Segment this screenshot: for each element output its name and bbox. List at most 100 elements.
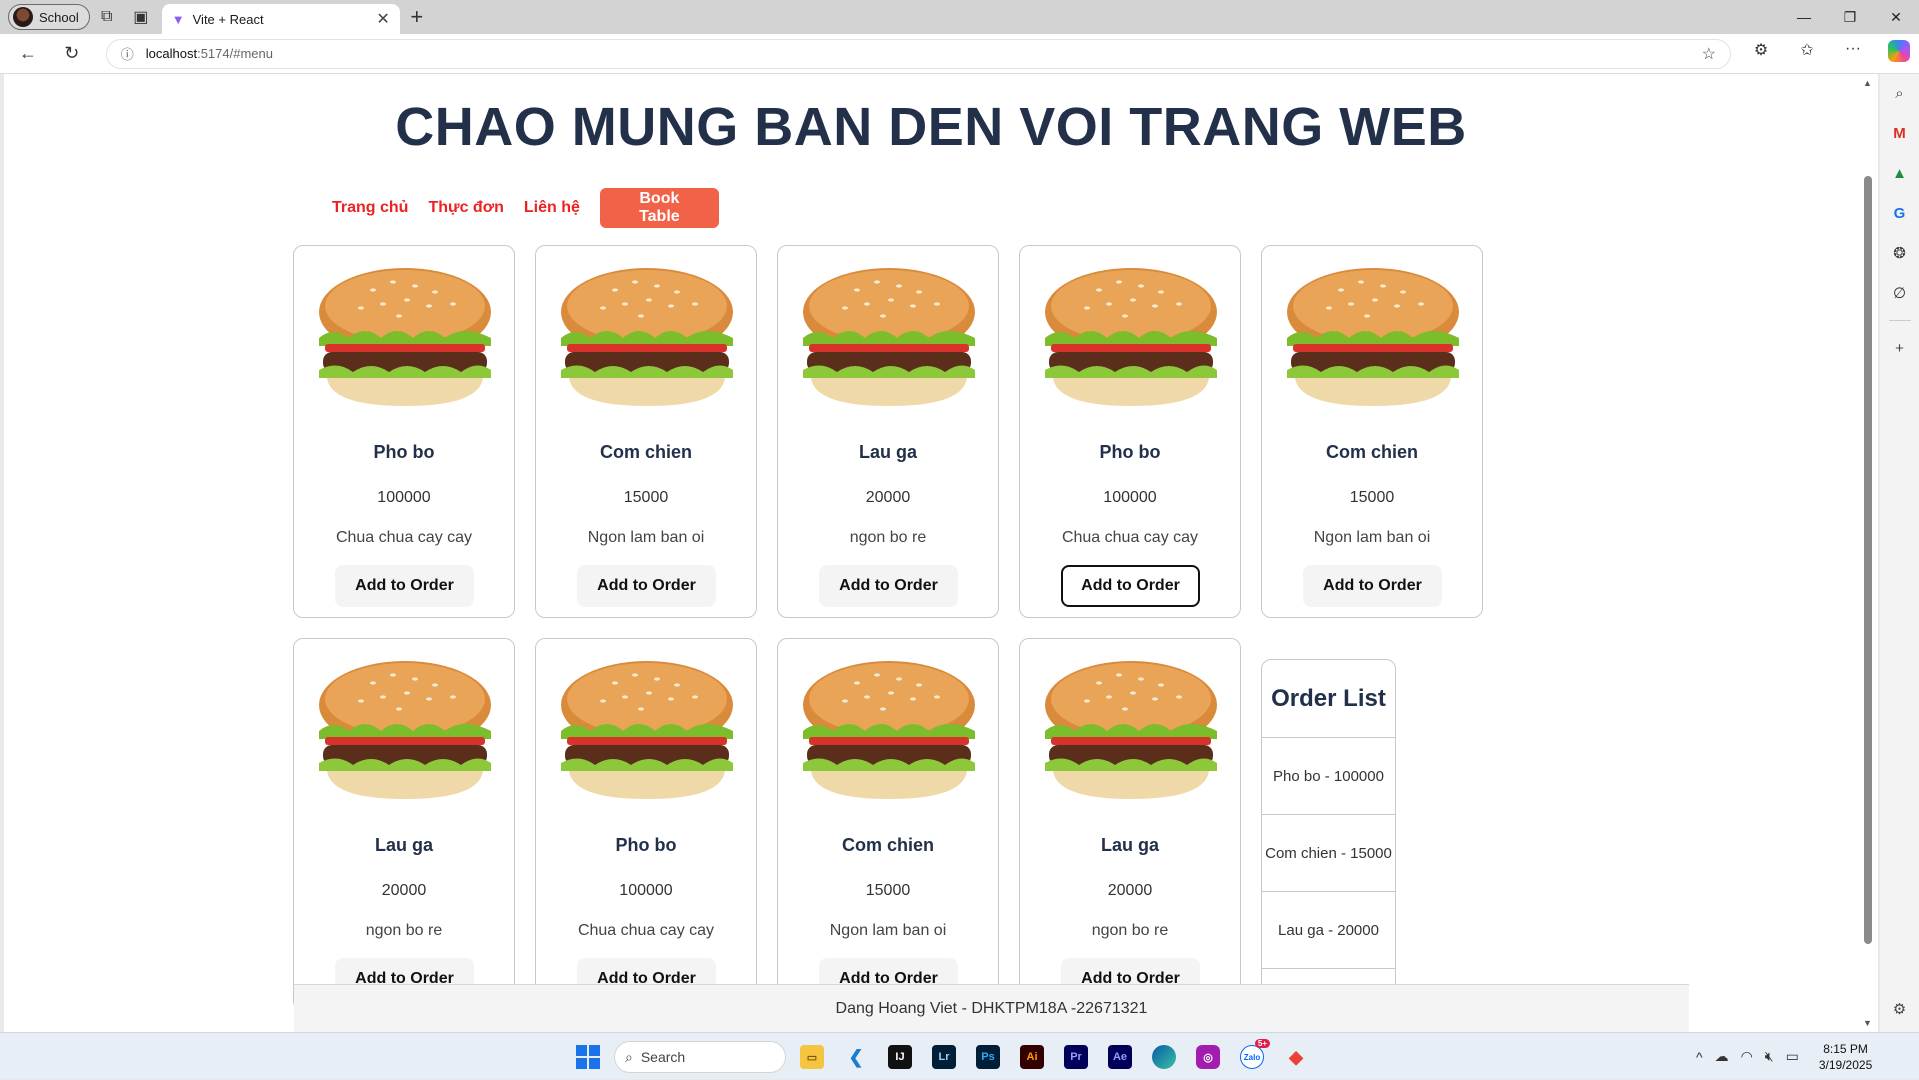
messenger-icon[interactable]: ◎ (1190, 1039, 1226, 1075)
order-list-title: Order List (1262, 660, 1395, 738)
item-name: Pho bo (615, 835, 677, 855)
taskbar-clock[interactable]: 8:15 PM 3/19/2025 (1819, 1041, 1872, 1073)
item-name: Com chien (599, 442, 692, 462)
close-tab-icon[interactable]: ✕ (376, 9, 389, 29)
nav-link-menu[interactable]: Thực đơn (428, 199, 503, 217)
order-list-item: Lau ga - 20000 (1262, 892, 1395, 969)
item-price: 15000 (1349, 489, 1395, 506)
menu-item-card: Pho bo 100000 Chua chua cay cay Add to O… (535, 638, 757, 1011)
windows-taskbar: ⌕ Search ▭ ❮ IJ Lr Ps Ai Pr Ae ◎ Zalo 5+… (0, 1032, 1919, 1079)
burger-image (1045, 268, 1217, 406)
sidebar-settings-icon[interactable]: ⚙ (1887, 996, 1913, 1022)
zalo-icon[interactable]: Zalo 5+ (1234, 1039, 1270, 1075)
menu-item-card: Pho bo 100000 Chua chua cay cay Add to O… (293, 245, 515, 618)
scrollbar-thumb[interactable] (1864, 176, 1872, 944)
menu-item-card: Lau ga 20000 ngon bo re Add to Order (293, 638, 515, 1011)
workspaces-icon[interactable]: ⧉ (90, 0, 124, 34)
illustrator-icon[interactable]: Ai (1014, 1039, 1050, 1075)
profile-button[interactable]: School (8, 4, 90, 30)
menu-item-card: Lau ga 20000 ngon bo re Add to Order (1019, 638, 1241, 1011)
minimize-icon[interactable]: — (1781, 9, 1827, 26)
after-effects-icon[interactable]: Ae (1102, 1039, 1138, 1075)
tab-actions-icon[interactable]: ▣ (124, 0, 158, 34)
browser-tab-active[interactable]: ▼ Vite + React ✕ (161, 4, 400, 34)
nav-link-home[interactable]: Trang chủ (332, 199, 408, 217)
profile-label: School (39, 9, 79, 25)
page-scrollbar[interactable]: ▲ ▼ (1858, 74, 1878, 1032)
item-name: Pho bo (373, 442, 435, 462)
edge-browser-icon[interactable] (1146, 1039, 1182, 1075)
add-to-order-button[interactable]: Add to Order (335, 565, 474, 607)
menu-item-card: Lau ga 20000 ngon bo re Add to Order (777, 245, 999, 618)
restore-icon[interactable]: ❐ (1827, 9, 1873, 26)
scroll-up-arrow-icon[interactable]: ▲ (1863, 78, 1872, 88)
book-table-button[interactable]: Book Table (599, 188, 719, 228)
show-hidden-icons-icon[interactable]: ^ (1696, 1049, 1703, 1065)
item-description: ngon bo re (1091, 922, 1169, 939)
scroll-down-arrow-icon[interactable]: ▼ (1863, 1018, 1872, 1028)
battery-icon[interactable]: ▭ (1786, 1048, 1799, 1065)
url-path: :5174/#menu (197, 46, 273, 61)
search-icon[interactable]: ⌕ (1887, 80, 1913, 106)
item-name: Lau ga (858, 442, 917, 462)
item-description: Ngon lam ban oi (1313, 529, 1431, 546)
clock-time: 8:15 PM (1823, 1041, 1868, 1056)
start-button[interactable] (570, 1039, 606, 1075)
add-to-order-button[interactable]: Add to Order (577, 565, 716, 607)
add-to-order-button[interactable]: Add to Order (1061, 565, 1200, 607)
close-window-icon[interactable]: ✕ (1873, 9, 1919, 26)
item-description: Chua chua cay cay (577, 922, 715, 939)
page-title: CHAO MUNG BAN DEN VOI TRANG WEB (395, 97, 1467, 157)
burger-image (1287, 268, 1459, 406)
copilot-icon[interactable] (1879, 40, 1919, 67)
favorite-star-icon[interactable]: ☆ (1702, 44, 1716, 64)
volume-muted-icon[interactable]: 🔇︎ (1765, 1048, 1774, 1065)
url-host: localhost (145, 46, 198, 61)
translate-icon[interactable]: G (1887, 200, 1913, 226)
menu-item-card: Com chien 15000 Ngon lam ban oi Add to O… (777, 638, 999, 1011)
lightroom-icon[interactable]: Lr (926, 1039, 962, 1075)
page-footer: Dang Hoang Viet - DHKTPM18A -22671321 (294, 984, 1689, 1032)
item-name: Lau ga (374, 835, 433, 855)
add-to-order-button[interactable]: Add to Order (1303, 565, 1442, 607)
item-name: Com chien (841, 835, 934, 855)
profile-avatar (13, 7, 33, 27)
item-name: Pho bo (1099, 442, 1161, 462)
add-sidebar-app-icon[interactable]: + (1887, 335, 1913, 361)
add-to-order-button[interactable]: Add to Order (819, 565, 958, 607)
premiere-icon[interactable]: Pr (1058, 1039, 1094, 1075)
gmail-icon[interactable]: M (1887, 120, 1913, 146)
edge-sidebar: ⌕ M ▲ G ❂ ∅ + ⚙ (1880, 74, 1919, 1032)
taskbar-search[interactable]: ⌕ Search (614, 1041, 786, 1073)
vite-logo-icon: ▼ (171, 11, 185, 27)
intellij-icon[interactable]: IJ (882, 1039, 918, 1075)
extensions-icon[interactable]: ⚙ (1741, 40, 1781, 67)
favorites-icon[interactable]: ✩ (1787, 40, 1827, 67)
back-arrow-icon[interactable]: ← (6, 43, 50, 64)
more-menu-icon[interactable]: ··· (1833, 40, 1873, 67)
item-description: ngon bo re (365, 922, 443, 939)
order-list-panel: Order List Pho bo - 100000 Com chien - 1… (1261, 659, 1396, 1032)
drive-icon[interactable]: ▲ (1887, 160, 1913, 186)
wifi-icon[interactable]: ◠ (1741, 1048, 1753, 1065)
gemini-app-icon[interactable]: ◆ (1278, 1039, 1314, 1075)
site-nav: Trang chủ Thực đơn Liên hệ Book Table (332, 188, 719, 228)
address-bar[interactable]: ⓘ localhost :5174/#menu ☆ (105, 38, 1732, 69)
page-viewport: CHAO MUNG BAN DEN VOI TRANG WEB Trang ch… (4, 74, 1858, 1032)
window-controls: — ❐ ✕ (1781, 9, 1919, 26)
order-list-item: Com chien - 15000 (1262, 815, 1395, 892)
onedrive-icon[interactable]: ☁ (1715, 1048, 1729, 1065)
site-info-icon[interactable]: ⓘ (121, 44, 134, 63)
nav-link-contact[interactable]: Liên hệ (524, 199, 580, 217)
tool-icon[interactable]: ∅ (1887, 280, 1913, 306)
chatgpt-icon[interactable]: ❂ (1887, 240, 1913, 266)
item-name: Lau ga (1100, 835, 1159, 855)
search-icon: ⌕ (625, 1048, 633, 1065)
vscode-icon[interactable]: ❮ (838, 1039, 874, 1075)
file-explorer-icon[interactable]: ▭ (794, 1039, 830, 1075)
new-tab-button[interactable]: + (400, 4, 434, 30)
tab-title: Vite + React (192, 11, 264, 27)
photoshop-icon[interactable]: Ps (970, 1039, 1006, 1075)
item-name: Com chien (1325, 442, 1418, 462)
refresh-icon[interactable]: ↻ (50, 43, 94, 64)
